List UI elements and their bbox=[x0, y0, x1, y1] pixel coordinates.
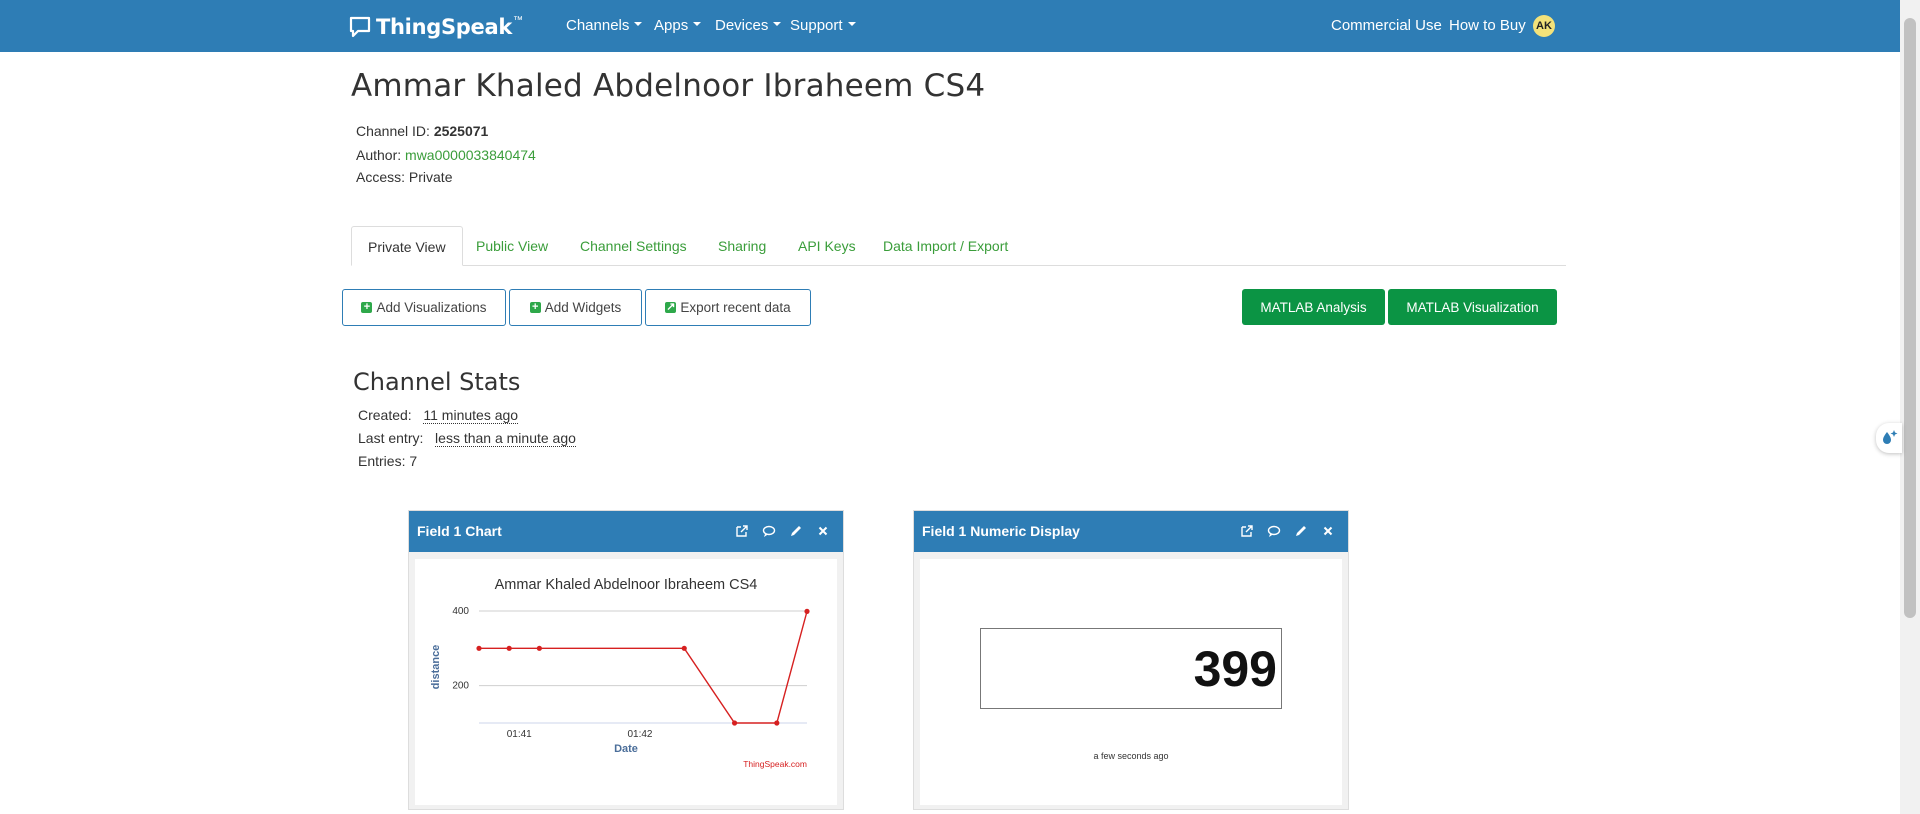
y-tick-label: 400 bbox=[452, 606, 469, 617]
top-navbar: ThingSpeak ™ Channels Apps Devices Suppo… bbox=[0, 0, 1900, 52]
widget-title: Field 1 Chart bbox=[417, 523, 502, 539]
tab-public-view[interactable]: Public View bbox=[476, 226, 548, 266]
data-point bbox=[681, 645, 687, 651]
droplet-sparkle-icon bbox=[1883, 430, 1898, 444]
chevron-down-icon bbox=[693, 22, 702, 27]
scrollbar-thumb[interactable] bbox=[1904, 18, 1916, 618]
numeric-value: 399 bbox=[1193, 641, 1277, 697]
x-tick-label: 01:41 bbox=[507, 729, 532, 740]
nav-support-label: Support bbox=[790, 17, 843, 34]
page-scrollbar[interactable] bbox=[1900, 0, 1920, 814]
channel-id-value: 2525071 bbox=[433, 123, 489, 139]
chat-bubble-icon bbox=[349, 16, 371, 38]
export-recent-data-button[interactable]: ↗ Export recent data bbox=[645, 289, 811, 326]
author-link[interactable]: mwa0000033840474 bbox=[405, 147, 536, 163]
pencil-icon[interactable] bbox=[1293, 523, 1309, 539]
external-link-icon[interactable] bbox=[734, 523, 750, 539]
y-axis-label: distance bbox=[430, 645, 442, 690]
field1-numeric-widget: Field 1 Numeric Display 399 a few second… bbox=[913, 510, 1349, 810]
matlab-visualization-button[interactable]: MATLAB Visualization bbox=[1388, 289, 1557, 325]
channel-id: Channel ID: 2525071 bbox=[356, 123, 488, 139]
pencil-icon[interactable] bbox=[788, 523, 804, 539]
entries-label: Entries: bbox=[358, 453, 406, 469]
access-label: Access: bbox=[356, 169, 406, 185]
plus-square-icon: + bbox=[361, 302, 373, 313]
tab-data-import-export[interactable]: Data Import / Export bbox=[883, 226, 1008, 266]
widget-header: Field 1 Numeric Display bbox=[914, 511, 1348, 552]
channel-stats-heading: Channel Stats bbox=[353, 368, 521, 396]
close-icon[interactable] bbox=[1320, 523, 1336, 539]
data-point bbox=[506, 645, 512, 651]
nav-commercial-use[interactable]: Commercial Use bbox=[1331, 0, 1442, 52]
data-point bbox=[476, 645, 482, 651]
x-axis-label: Date bbox=[614, 743, 638, 755]
tab-channel-settings[interactable]: Channel Settings bbox=[580, 226, 687, 266]
chart-title: Ammar Khaled Abdelnoor Ibraheem CS4 bbox=[495, 577, 758, 593]
nav-devices[interactable]: Devices bbox=[715, 0, 782, 52]
comment-icon[interactable] bbox=[761, 523, 777, 539]
numeric-body: 399 a few seconds ago bbox=[920, 559, 1342, 805]
access-value: Private bbox=[408, 169, 453, 185]
last-entry-label: Last entry: bbox=[358, 430, 424, 446]
numeric-timestamp: a few seconds ago bbox=[1093, 751, 1169, 761]
data-point bbox=[731, 720, 738, 726]
user-avatar[interactable]: AK bbox=[1533, 15, 1555, 37]
widget-title: Field 1 Numeric Display bbox=[922, 523, 1080, 539]
close-icon[interactable] bbox=[815, 523, 831, 539]
brand-name: ThingSpeak bbox=[376, 15, 512, 39]
chevron-down-icon bbox=[773, 22, 782, 27]
side-assistant-button[interactable] bbox=[1876, 423, 1902, 453]
author-label: Author: bbox=[356, 147, 402, 163]
created-value: 11 minutes ago bbox=[423, 407, 519, 424]
nav-channels-label: Channels bbox=[566, 17, 630, 34]
last-entry-value: less than a minute ago bbox=[435, 430, 576, 447]
plus-square-icon: + bbox=[529, 302, 541, 313]
line-chart: Ammar Khaled Abdelnoor Ibraheem CS4 200 40… bbox=[430, 577, 810, 769]
nav-devices-label: Devices bbox=[715, 17, 769, 34]
comment-icon[interactable] bbox=[1266, 523, 1282, 539]
entries-value: 7 bbox=[409, 453, 418, 469]
add-visualizations-button[interactable]: + Add Visualizations bbox=[342, 289, 506, 326]
stat-created: Created: 11 minutes ago bbox=[358, 407, 519, 424]
nav-support[interactable]: Support bbox=[790, 0, 856, 52]
created-label: Created: bbox=[358, 407, 412, 423]
channel-access: Access: Private bbox=[356, 169, 452, 185]
chart-credit: ThingSpeak.com bbox=[743, 759, 807, 769]
add-visualizations-label: Add Visualizations bbox=[376, 300, 487, 315]
channel-title: Ammar Khaled Abdelnoor Ibraheem CS4 bbox=[351, 68, 986, 104]
nav-apps-label: Apps bbox=[654, 17, 689, 34]
channel-id-label: Channel ID: bbox=[356, 123, 430, 139]
nav-apps[interactable]: Apps bbox=[654, 0, 702, 52]
nav-how-to-buy[interactable]: How to Buy bbox=[1449, 0, 1526, 52]
y-tick-label: 200 bbox=[452, 681, 469, 692]
trademark: ™ bbox=[513, 14, 523, 26]
stat-entries: Entries: 7 bbox=[358, 453, 417, 469]
matlab-analysis-button[interactable]: MATLAB Analysis bbox=[1242, 289, 1385, 325]
data-point bbox=[774, 720, 780, 726]
tab-api-keys[interactable]: API Keys bbox=[798, 226, 856, 266]
chevron-down-icon bbox=[847, 22, 856, 27]
widget-header: Field 1 Chart bbox=[409, 511, 843, 552]
field1-chart-widget: Field 1 Chart Ammar Khaled Abdelnoor Ibr… bbox=[408, 510, 844, 810]
x-tick-label: 01:42 bbox=[627, 729, 652, 740]
add-widgets-button[interactable]: + Add Widgets bbox=[509, 289, 642, 326]
stat-last-entry: Last entry: less than a minute ago bbox=[358, 430, 576, 447]
external-link-icon[interactable] bbox=[1239, 523, 1255, 539]
add-widgets-label: Add Widgets bbox=[544, 300, 622, 315]
export-recent-label: Export recent data bbox=[680, 300, 791, 315]
nav-channels[interactable]: Channels bbox=[566, 0, 643, 52]
export-icon: ↗ bbox=[665, 301, 677, 313]
channel-author: Author: mwa0000033840474 bbox=[356, 147, 536, 163]
series-line bbox=[479, 611, 808, 724]
data-point bbox=[804, 608, 810, 614]
tab-private-view[interactable]: Private View bbox=[351, 226, 463, 266]
data-point bbox=[536, 645, 542, 651]
numeric-display-box: 399 bbox=[980, 628, 1282, 709]
thingspeak-logo[interactable]: ThingSpeak ™ bbox=[348, 14, 523, 40]
chart-body: Ammar Khaled Abdelnoor Ibraheem CS4 200 40… bbox=[415, 559, 837, 805]
chevron-down-icon bbox=[634, 22, 643, 27]
tab-sharing[interactable]: Sharing bbox=[718, 226, 766, 266]
